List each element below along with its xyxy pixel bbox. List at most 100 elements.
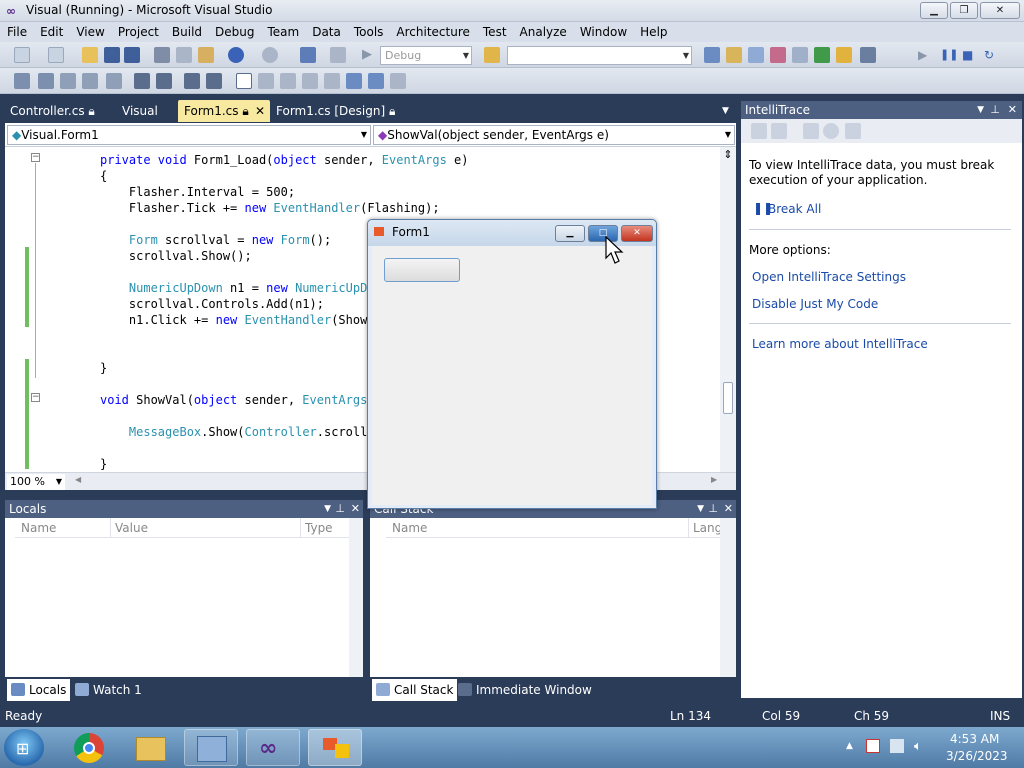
continue-icon[interactable]: ▶ xyxy=(918,47,934,63)
code-line[interactable]: void ShowVal(object sender, EventArgs e) xyxy=(100,392,389,408)
pin-icon[interactable]: ⊥ xyxy=(990,101,1000,119)
undo-icon[interactable] xyxy=(228,47,244,63)
scroll-right-icon[interactable]: ▶ xyxy=(711,475,717,484)
clock-date[interactable]: 3/26/2023 xyxy=(946,749,1008,763)
tab-call-stack[interactable]: Call Stack xyxy=(372,679,458,701)
column-name[interactable]: Name xyxy=(386,518,688,538)
code-line[interactable]: { xyxy=(100,168,107,184)
disable-just-my-code-link[interactable]: Disable Just My Code xyxy=(752,297,878,311)
object-browser-icon[interactable] xyxy=(748,47,764,63)
add-item-icon[interactable] xyxy=(48,47,64,63)
next-bookmark-document-icon[interactable] xyxy=(368,73,384,89)
list-members-icon[interactable] xyxy=(14,73,30,89)
column-value[interactable]: Value xyxy=(110,518,300,538)
start-button[interactable]: ⊞ xyxy=(4,729,44,766)
code-line[interactable]: Flasher.Tick += new EventHandler(Flashin… xyxy=(100,200,440,216)
open-settings-icon[interactable] xyxy=(803,123,819,139)
code-line[interactable]: NumericUpDown n1 = new NumericUpDown(); xyxy=(100,280,411,296)
network-icon[interactable] xyxy=(890,739,904,753)
close-window-button[interactable]: ✕ xyxy=(980,2,1020,19)
split-window-icon[interactable]: ⇕ xyxy=(722,149,734,161)
taskbar-form1[interactable] xyxy=(308,729,362,766)
navigate-forward-icon[interactable] xyxy=(330,47,346,63)
tab-watch-1[interactable]: Watch 1 xyxy=(71,679,146,701)
navigate-backward-icon[interactable] xyxy=(300,47,316,63)
column-name[interactable]: Name xyxy=(15,518,110,538)
minimize-window-button[interactable]: ▁ xyxy=(920,2,948,19)
tab-overflow-dropdown-icon[interactable]: ▼ xyxy=(716,100,735,122)
menu-analyze[interactable]: Analyze xyxy=(513,22,573,40)
tab-immediate-window[interactable]: Immediate Window xyxy=(454,679,596,701)
vertical-scrollbar[interactable] xyxy=(349,518,363,677)
scroll-thumb[interactable] xyxy=(723,382,733,414)
redo-icon[interactable] xyxy=(262,47,278,63)
pin-icon[interactable]: ⊥ xyxy=(708,500,718,518)
tab-form1-cs[interactable]: Form1.cs 🔒︎ ✕ xyxy=(178,100,270,122)
learn-more-intellitrace-link[interactable]: Learn more about IntelliTrace xyxy=(752,337,928,351)
previous-bookmark-folder-icon[interactable] xyxy=(302,73,318,89)
clock-time[interactable]: 4:53 AM xyxy=(950,732,999,746)
quick-info-icon[interactable] xyxy=(60,73,76,89)
next-bookmark-icon[interactable] xyxy=(280,73,296,89)
toolbox-icon[interactable] xyxy=(770,47,786,63)
menu-view[interactable]: View xyxy=(69,22,110,40)
tab-form1-design[interactable]: Form1.cs [Design] 🔒︎ xyxy=(270,100,401,122)
new-project-icon[interactable] xyxy=(14,47,30,63)
close-panel-icon[interactable]: ✕ xyxy=(724,500,733,518)
taskbar-app[interactable] xyxy=(184,729,238,766)
comment-icon[interactable] xyxy=(184,73,200,89)
zoom-combo[interactable]: 100 % ▼ xyxy=(7,474,65,490)
code-line[interactable]: Flasher.Interval = 500; xyxy=(100,184,295,200)
member-combo[interactable]: ◆ShowVal(object sender, EventArgs e) ▼ xyxy=(373,125,735,145)
taskbar-chrome[interactable] xyxy=(62,729,116,766)
parameter-info-icon[interactable] xyxy=(38,73,54,89)
refresh-icon[interactable] xyxy=(823,123,839,139)
extension-manager-icon[interactable] xyxy=(836,47,852,63)
clear-bookmarks-icon[interactable] xyxy=(390,73,406,89)
menu-help[interactable]: Help xyxy=(633,22,673,40)
tab-visual[interactable]: Visual xyxy=(116,100,164,122)
previous-bookmark-document-icon[interactable] xyxy=(346,73,362,89)
close-panel-icon[interactable]: ✕ xyxy=(351,500,360,518)
pin-icon[interactable]: ⊥ xyxy=(335,500,345,518)
open-intellitrace-settings-link[interactable]: Open IntelliTrace Settings xyxy=(752,270,906,284)
command-window-icon[interactable] xyxy=(860,47,876,63)
next-bookmark-folder-icon[interactable] xyxy=(324,73,340,89)
stop-debugging-icon[interactable]: ■ xyxy=(962,47,978,63)
code-line[interactable]: } xyxy=(100,360,107,376)
indent-icon[interactable] xyxy=(134,73,150,89)
collapse-icon[interactable]: − xyxy=(31,153,40,162)
code-line[interactable]: Form scrollval = new Form(); xyxy=(100,232,331,248)
show-calls-icon[interactable] xyxy=(751,123,767,139)
action-center-icon[interactable] xyxy=(866,739,880,753)
window-position-icon[interactable]: ▼ xyxy=(324,500,331,518)
scroll-left-icon[interactable]: ◀ xyxy=(75,475,81,484)
decrease-indent-icon[interactable] xyxy=(156,73,172,89)
previous-bookmark-icon[interactable] xyxy=(258,73,274,89)
menu-team[interactable]: Team xyxy=(260,22,305,40)
vertical-scrollbar[interactable]: ⇕ xyxy=(720,147,736,472)
code-line[interactable]: private void Form1_Load(object sender, E… xyxy=(100,152,468,168)
pause-icon[interactable]: ❚❚ xyxy=(940,47,958,63)
solution-configuration-combo[interactable]: Debug ▼ xyxy=(380,46,472,65)
menu-test[interactable]: Test xyxy=(476,22,513,40)
filter-icon[interactable] xyxy=(771,123,787,139)
close-panel-icon[interactable]: ✕ xyxy=(1008,101,1017,119)
complete-word-icon[interactable] xyxy=(82,73,98,89)
taskbar-visual-studio[interactable]: ∞ xyxy=(246,729,300,766)
tools-icon[interactable] xyxy=(792,47,808,63)
restart-icon[interactable]: ↻ xyxy=(984,47,1000,63)
start-page-icon[interactable] xyxy=(814,47,830,63)
save-all-icon[interactable] xyxy=(124,47,140,63)
code-line[interactable]: } xyxy=(100,456,107,472)
code-line[interactable]: scrollval.Show(); xyxy=(100,248,252,264)
paste-icon[interactable] xyxy=(198,47,214,63)
find-combo[interactable]: ▼ xyxy=(507,46,692,65)
menu-debug[interactable]: Debug xyxy=(208,22,260,40)
start-debugging-icon[interactable]: ▶ xyxy=(362,47,378,63)
column-language[interactable]: Lang xyxy=(688,518,722,538)
toggle-bookmark-icon[interactable] xyxy=(236,73,252,89)
copy-icon[interactable] xyxy=(176,47,192,63)
window-position-icon[interactable]: ▼ xyxy=(977,101,984,119)
search-icon[interactable] xyxy=(845,123,861,139)
